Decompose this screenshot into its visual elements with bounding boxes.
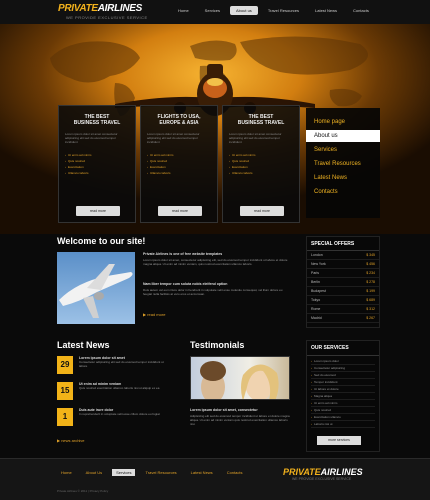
hero-banner: THE BEST BUSINESS TRAVEL Lorem ipsum dol… — [0, 24, 430, 234]
special-offer-row[interactable]: Paris $ 234 — [307, 269, 379, 278]
service-item[interactable]: Sed do eiusmod — [311, 372, 375, 379]
our-services-title: OUR SERVICES — [307, 341, 379, 356]
news-item[interactable]: 1 Duis aute irure dolor In reprehenderit … — [57, 408, 177, 434]
service-item[interactable]: Exercitation ullamco — [311, 414, 375, 421]
feature-list: Ut enim ad minim Quis nostrud Exercitati… — [65, 152, 129, 176]
testimonial-headline: Lorem ipsum dolor sit amet, consectetur — [190, 408, 258, 412]
airplane-photo — [57, 252, 135, 324]
testimonials-heading: Testimonials — [190, 340, 245, 350]
footer-nav-about[interactable]: About Us — [82, 469, 106, 476]
feature-box-flights: FLIGHTS TO USA, EUROPE & ASIA Lorem ipsu… — [140, 105, 218, 223]
testimonial-photo — [190, 356, 290, 400]
service-item[interactable]: Quis nostrud — [311, 407, 375, 414]
footer-tagline: WE PROVIDE EXCLUSIVE SERVICE — [292, 477, 352, 481]
news-summary: Quis nostrud exercitation ullamco labori… — [79, 386, 160, 390]
special-offer-row[interactable]: Rome $ 312 — [307, 305, 379, 314]
service-item[interactable]: Magna aliqua — [311, 393, 375, 400]
feature-list-item[interactable]: Ullamco laboris — [65, 170, 129, 176]
side-item-about[interactable]: About us — [306, 130, 380, 142]
footer-logo[interactable]: PRIVATEAIRLINES — [283, 467, 363, 477]
services-list: Lorem ipsum dolor Consectetur adipisicin… — [307, 356, 379, 430]
read-more-button[interactable]: read more — [158, 206, 202, 216]
side-item-services[interactable]: Services — [306, 144, 380, 156]
special-offer-row[interactable]: Tokyo $ 689 — [307, 296, 379, 305]
news-item[interactable]: 29 Lorem ipsum dolor sit amet Consectetur… — [57, 356, 177, 382]
news-date-badge: 1 — [57, 408, 73, 426]
welcome-paragraph: Lorem ipsum dolor sit amet, consectetur … — [143, 258, 288, 266]
news-summary: Consectetur adipisicing elit sed do eius… — [79, 360, 164, 368]
service-item[interactable]: Ut enim ad minim — [311, 400, 375, 407]
news-item[interactable]: 15 Ut enim ad minim veniam Quis nostrud e… — [57, 382, 177, 408]
welcome-subheading: Private Airlines is one of free website … — [143, 252, 223, 256]
logo-tagline: WE PROVIDE EXCLUSIVE SERVICE — [66, 15, 148, 20]
footer-nav-contacts[interactable]: Contacts — [223, 469, 247, 476]
footer-nav-home[interactable]: Home — [57, 469, 76, 476]
nav-item-services[interactable]: Services — [199, 6, 226, 15]
special-offers-panel: SPECIAL OFFERS London $ 345 New York $ 456… — [306, 236, 380, 328]
service-item[interactable]: Tempor incididunt — [311, 379, 375, 386]
nav-item-travel-resources[interactable]: Travel Resources — [262, 6, 305, 15]
airplane-photo-graphic — [59, 264, 133, 318]
feature-list: Ut enim ad minim Quis nostrud Exercitati… — [229, 152, 293, 176]
service-item[interactable]: Laboris nisi ut — [311, 421, 375, 428]
feature-box-business-2: THE BEST BUSINESS TRAVEL Lorem ipsum dol… — [222, 105, 300, 223]
testimonial-photo-graphic — [200, 361, 279, 399]
logo[interactable]: PRIVATEAIRLINES — [58, 3, 142, 14]
feature-title: FLIGHTS TO USA, EUROPE & ASIA — [157, 114, 201, 126]
nav-item-contacts[interactable]: Contacts — [347, 6, 375, 15]
special-offer-row[interactable]: London $ 345 — [307, 251, 379, 260]
side-menu: Home page About us Services Travel Resou… — [306, 108, 380, 218]
side-item-travel-resources[interactable]: Travel Resources — [306, 158, 380, 170]
copyright-text: Private Airlines © 2011 | Privacy Policy — [57, 489, 109, 493]
special-offer-row[interactable]: Madrid $ 267 — [307, 314, 379, 323]
nav-item-about[interactable]: About us — [230, 6, 258, 15]
feature-text: Lorem ipsum dolor sit amet consectetur a… — [65, 132, 118, 144]
feature-text: Lorem ipsum dolor sit amet consectetur a… — [147, 132, 200, 144]
footer-nav: Home About Us Services Travel Resources … — [57, 469, 246, 476]
news-list: 29 Lorem ipsum dolor sit amet Consectetur… — [57, 356, 177, 434]
read-more-button[interactable]: read more — [240, 206, 284, 216]
feature-list: Ut enim ad minim Quis nostrud Exercitati… — [147, 152, 211, 176]
news-date-badge: 29 — [57, 356, 73, 374]
footer-nav-services[interactable]: Services — [112, 469, 136, 476]
top-nav: Home Services About us Travel Resources … — [172, 6, 375, 15]
feature-title: THE BEST BUSINESS TRAVEL — [73, 114, 121, 126]
latest-news-heading: Latest News — [57, 340, 110, 350]
welcome-body: Private Airlines is one of free website … — [143, 252, 291, 317]
nav-item-home[interactable]: Home — [172, 6, 195, 15]
nav-item-latest-news[interactable]: Latest News — [309, 6, 343, 15]
special-offers-title: SPECIAL OFFERS — [307, 237, 379, 251]
feature-box-business: THE BEST BUSINESS TRAVEL Lorem ipsum dol… — [58, 105, 136, 223]
side-item-latest-news[interactable]: Latest News — [306, 172, 380, 184]
read-more-button[interactable]: read more — [76, 206, 120, 216]
top-header: PRIVATEAIRLINES WE PROVIDE EXCLUSIVE SER… — [0, 0, 430, 24]
footer: Home About Us Services Travel Resources … — [0, 458, 430, 500]
our-services-panel: OUR SERVICES Lorem ipsum dolor Consectet… — [306, 340, 380, 452]
welcome-heading: Welcome to our site! — [57, 236, 146, 246]
welcome-read-more-link[interactable]: ▶ read more — [143, 312, 291, 317]
side-item-contacts[interactable]: Contacts — [306, 186, 380, 198]
testimonial-quote: Adipisicing elit sed do eiusmod tempor i… — [190, 414, 290, 426]
service-item[interactable]: Ut labore et dolore — [311, 386, 375, 393]
news-date-badge: 15 — [57, 382, 73, 400]
footer-nav-latest-news[interactable]: Latest News — [187, 469, 217, 476]
welcome-subheading: Nam liber tempor cum soluta nobis eleife… — [143, 282, 228, 286]
footer-nav-travel-resources[interactable]: Travel Resources — [141, 469, 180, 476]
welcome-paragraph: Duis autem vel eum iriure dolor in hendr… — [143, 288, 283, 296]
service-item[interactable]: Consectetur adipisicing — [311, 365, 375, 372]
testimonial-body: Lorem ipsum dolor sit amet, consectetur … — [190, 408, 290, 426]
special-offer-row[interactable]: Budapest $ 199 — [307, 287, 379, 296]
feature-list-item[interactable]: Ullamco laboris — [229, 170, 293, 176]
special-offer-row[interactable]: New York $ 456 — [307, 260, 379, 269]
news-summary: In reprehenderit in voluptate velit esse… — [79, 412, 160, 416]
more-services-button[interactable]: more services — [317, 436, 361, 445]
feature-title: THE BEST BUSINESS TRAVEL — [237, 114, 285, 126]
special-offer-row[interactable]: Berlin $ 278 — [307, 278, 379, 287]
news-archive-link[interactable]: ▶ news archive — [57, 438, 85, 443]
service-item[interactable]: Lorem ipsum dolor — [311, 358, 375, 365]
feature-text: Lorem ipsum dolor sit amet consectetur a… — [229, 132, 282, 144]
side-item-home[interactable]: Home page — [306, 116, 380, 128]
feature-list-item[interactable]: Ullamco laboris — [147, 170, 211, 176]
